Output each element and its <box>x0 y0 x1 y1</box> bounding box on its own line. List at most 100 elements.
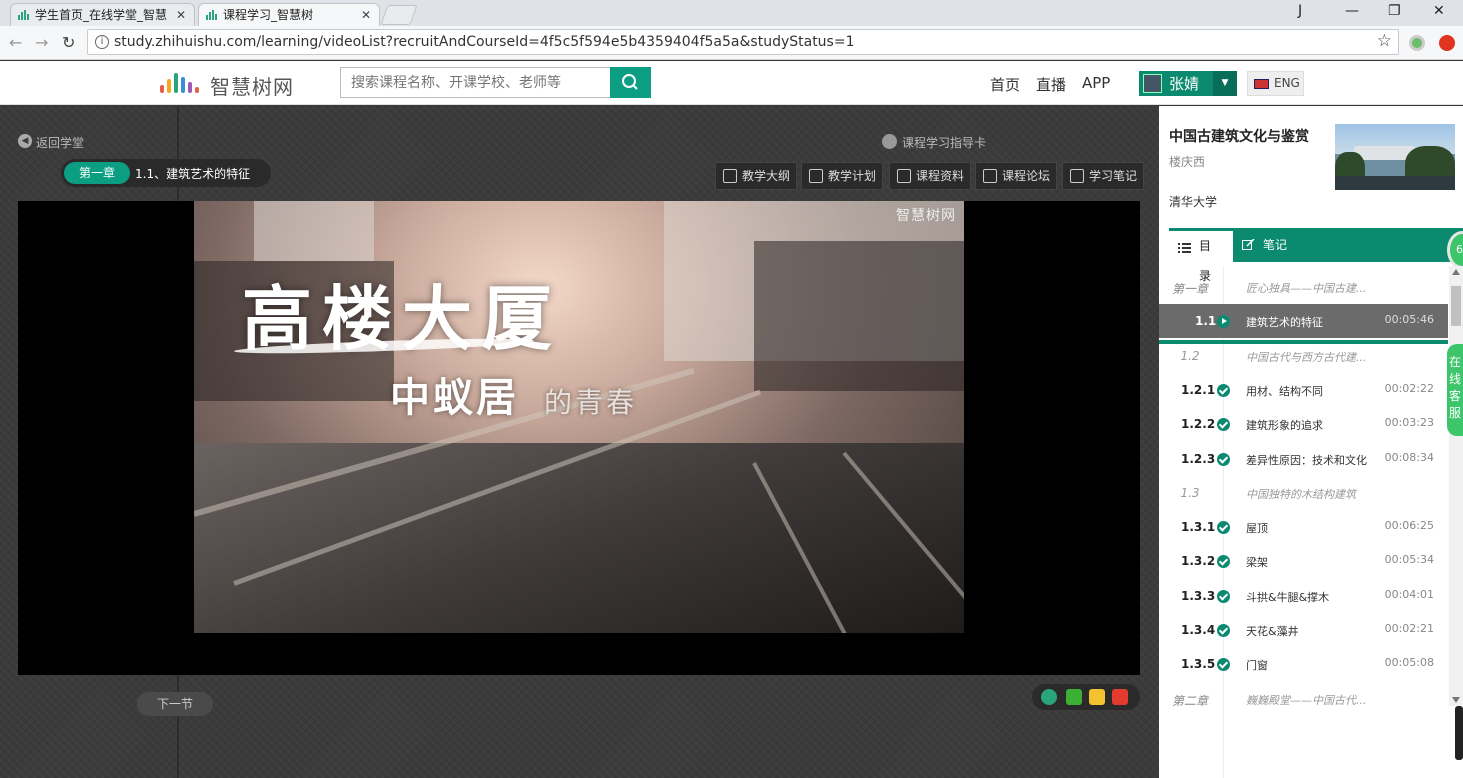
search-button[interactable] <box>610 67 651 98</box>
course-forum-button[interactable]: 课程论坛 <box>975 162 1058 190</box>
syllabus-label: 教学大纲 <box>742 169 791 183</box>
minimize-icon[interactable]: — <box>1345 3 1359 19</box>
scroll-down-icon[interactable] <box>1452 697 1460 703</box>
row-title: 中国古代与西方古代建... <box>1246 351 1367 364</box>
browser-tab-student-home[interactable]: 学生首页_在线学堂_智慧 ✕ <box>10 3 195 26</box>
info-icon[interactable]: i <box>95 35 109 49</box>
online-service-button[interactable]: 在 线 客 服 <box>1447 344 1463 436</box>
maximize-icon[interactable]: ❐ <box>1388 3 1401 19</box>
video-title-line2a: 中蚁居 <box>390 374 519 421</box>
catalog-section-row[interactable]: 1.3 中国独特的木结构建筑 <box>1159 476 1448 510</box>
course-forum-label: 课程论坛 <box>1002 169 1051 183</box>
nav-home[interactable]: 首页 <box>990 74 1020 95</box>
catalog-lesson-row[interactable]: 1.2.3 差异性原因：技术和文化 00:08:34 <box>1159 442 1448 476</box>
tab-title: 学生首页_在线学堂_智慧 <box>35 8 168 22</box>
nav-app[interactable]: APP <box>1082 74 1110 92</box>
row-duration: 00:04:01 <box>1384 588 1434 601</box>
row-duration: 00:05:46 <box>1384 313 1434 326</box>
playing-icon <box>1217 315 1230 328</box>
catalog-lesson-row[interactable]: 1.3.4 天花&藻井 00:02:21 <box>1159 613 1448 647</box>
row-duration: 00:05:08 <box>1384 656 1434 669</box>
bookmark-star-icon[interactable]: ☆ <box>1377 31 1392 51</box>
scroll-up-icon[interactable] <box>1452 269 1460 275</box>
completed-check-icon <box>1217 453 1230 466</box>
catalog-lesson-row[interactable]: 1.3.5 门窗 00:05:08 <box>1159 647 1448 681</box>
road-scene <box>194 443 964 633</box>
catalog-lesson-row[interactable]: 1.3.1 屋顶 00:06:25 <box>1159 510 1448 544</box>
qzone-icon[interactable] <box>1089 689 1105 705</box>
back-arrow-icon[interactable]: ← <box>9 33 22 52</box>
user-menu[interactable]: 张婧 ▼ <box>1139 71 1237 96</box>
profile-initial[interactable]: J <box>1298 3 1302 19</box>
catalog-chapter-row[interactable]: 第二章 巍巍殿堂——中国古代... <box>1159 682 1448 716</box>
row-number: 1.3.5 <box>1181 657 1216 671</box>
catalog-lesson-row[interactable]: 1.1 建筑艺术的特征 00:05:46 <box>1159 304 1448 338</box>
catalog-lesson-row[interactable]: 1.3.3 斗拱&牛腿&撑木 00:04:01 <box>1159 579 1448 613</box>
completed-check-icon <box>1217 418 1230 431</box>
study-guide-card-link[interactable]: 课程学习指导卡 <box>882 134 986 151</box>
row-number: 1.3.1 <box>1181 520 1216 534</box>
row-duration: 00:03:23 <box>1384 416 1434 429</box>
close-icon[interactable]: ✕ <box>361 4 371 26</box>
syllabus-button[interactable]: 教学大纲 <box>715 162 798 190</box>
chat-bubble-icon <box>983 169 997 183</box>
lesson-catalog: 第一章 匠心独具——中国古建... 1.1 建筑艺术的特征 00:05:46 1.2 中国古… <box>1159 266 1448 778</box>
nav-live[interactable]: 直播 <box>1036 74 1066 95</box>
avatar <box>1143 74 1162 93</box>
window-close-icon[interactable]: ✕ <box>1433 3 1445 19</box>
browser-tab-course-study[interactable]: 课程学习_智慧树 ✕ <box>198 3 380 26</box>
course-materials-button[interactable]: 课程资料 <box>889 162 972 190</box>
user-name: 张婧 <box>1169 75 1200 93</box>
video-watermark: 智慧树网 <box>896 208 956 224</box>
back-label: 返回学堂 <box>36 136 85 150</box>
video-player[interactable]: 智慧树网 高楼大厦 中蚁居 的青春 <box>18 201 1140 675</box>
service-char: 在 <box>1448 355 1461 369</box>
share-plus-icon[interactable] <box>1041 689 1057 705</box>
completed-check-icon <box>1217 521 1230 534</box>
tab-catalog[interactable]: 目录 <box>1169 228 1233 283</box>
row-number: 1.2.1 <box>1181 383 1216 397</box>
next-lesson-button[interactable]: 下一节 <box>137 692 213 716</box>
caret-down-icon[interactable]: ▼ <box>1213 71 1237 96</box>
wechat-icon[interactable] <box>1066 689 1082 705</box>
scroll-thumb[interactable] <box>1451 286 1461 326</box>
study-notes-button[interactable]: 学习笔记 <box>1062 162 1145 190</box>
calendar-icon <box>809 169 823 183</box>
url-bar[interactable]: i study.zhihuishu.com/learning/videoList… <box>87 29 1399 55</box>
catalog-lesson-row[interactable]: 1.2.2 建筑形象的追求 00:03:23 <box>1159 407 1448 441</box>
teaching-plan-button[interactable]: 教学计划 <box>801 162 884 190</box>
extension-red-icon[interactable] <box>1439 35 1455 51</box>
page-scroll-handle[interactable] <box>1455 706 1463 760</box>
course-teacher[interactable]: 楼庆西 <box>1169 153 1205 170</box>
new-tab-button[interactable] <box>380 5 418 25</box>
browser-tab-bar: 学生首页_在线学堂_智慧 ✕ 课程学习_智慧树 ✕ J — ❐ ✕ <box>0 0 1463 26</box>
row-title: 斗拱&牛腿&撑木 <box>1246 591 1330 604</box>
study-notes-label: 学习笔记 <box>1089 169 1138 183</box>
course-search-input[interactable] <box>340 67 611 98</box>
reload-icon[interactable]: ↻ <box>62 33 75 52</box>
close-icon[interactable]: ✕ <box>176 4 186 26</box>
row-number: 1.3 <box>1180 486 1200 500</box>
video-frame[interactable]: 智慧树网 高楼大厦 中蚁居 的青春 <box>194 201 964 633</box>
forward-arrow-icon[interactable]: → <box>35 33 48 52</box>
language-switch-button[interactable]: ENG <box>1247 71 1304 96</box>
panel-tabs: 目录 笔记 <box>1169 228 1463 283</box>
extension-green-icon[interactable] <box>1409 35 1425 51</box>
catalog-lesson-row[interactable]: 1.2.1 用材、结构不同 00:02:22 <box>1159 373 1448 407</box>
weibo-icon[interactable] <box>1112 689 1128 705</box>
row-number: 1.3.3 <box>1181 589 1216 603</box>
edit-note-icon <box>1070 169 1084 183</box>
back-to-school-link[interactable]: ◀ 返回学堂 <box>18 134 84 151</box>
catalog-chapter-row[interactable]: 第一章 匠心独具——中国古建... <box>1159 270 1448 304</box>
catalog-section-row[interactable]: 1.2 中国古代与西方古代建... <box>1159 339 1448 373</box>
chapter-badge: 第一章 <box>64 162 130 184</box>
row-title: 建筑艺术的特征 <box>1246 316 1323 329</box>
tab-notes[interactable]: 笔记 <box>1233 228 1299 262</box>
row-title: 屋顶 <box>1246 522 1268 535</box>
completed-check-icon <box>1217 555 1230 568</box>
catalog-scrollbar[interactable] <box>1449 266 1463 706</box>
catalog-lesson-row[interactable]: 1.3.2 梁架 00:05:34 <box>1159 544 1448 578</box>
tab-notes-label: 笔记 <box>1263 238 1288 252</box>
current-lesson-title: 1.1、建筑艺术的特征 <box>135 167 251 181</box>
site-header: 智慧树网 首页 直播 APP 张婧 ▼ ENG <box>0 61 1463 105</box>
